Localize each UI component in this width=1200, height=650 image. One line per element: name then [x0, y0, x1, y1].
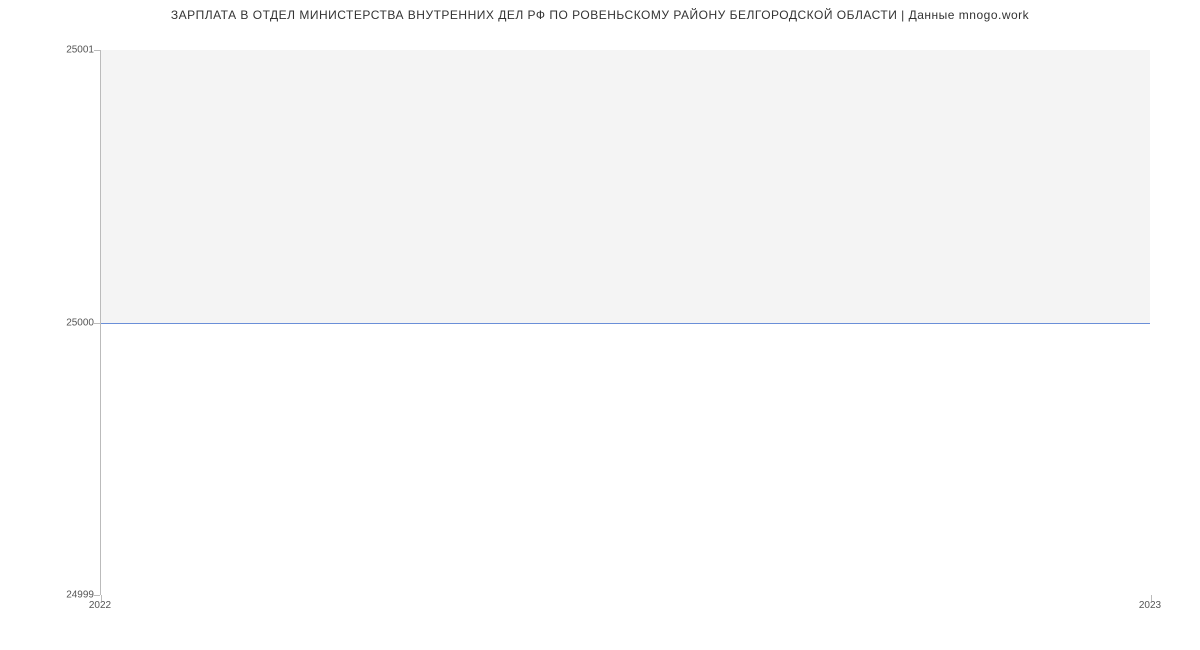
plot-area — [100, 50, 1150, 595]
salary-line-chart: ЗАРПЛАТА В ОТДЕЛ МИНИСТЕРСТВА ВНУТРЕННИХ… — [0, 0, 1200, 650]
x-axis-label: 2023 — [1139, 600, 1161, 611]
y-axis-label: 25001 — [66, 45, 94, 56]
y-tick — [94, 323, 100, 324]
plot-band-lower — [101, 323, 1150, 596]
y-tick — [94, 50, 100, 51]
y-tick — [94, 595, 100, 596]
plot-band-upper — [101, 50, 1150, 323]
data-line-series-0 — [101, 323, 1150, 324]
y-axis-label: 24999 — [66, 590, 94, 601]
chart-title: ЗАРПЛАТА В ОТДЕЛ МИНИСТЕРСТВА ВНУТРЕННИХ… — [0, 8, 1200, 22]
x-axis-label: 2022 — [89, 600, 111, 611]
y-axis-label: 25000 — [66, 317, 94, 328]
